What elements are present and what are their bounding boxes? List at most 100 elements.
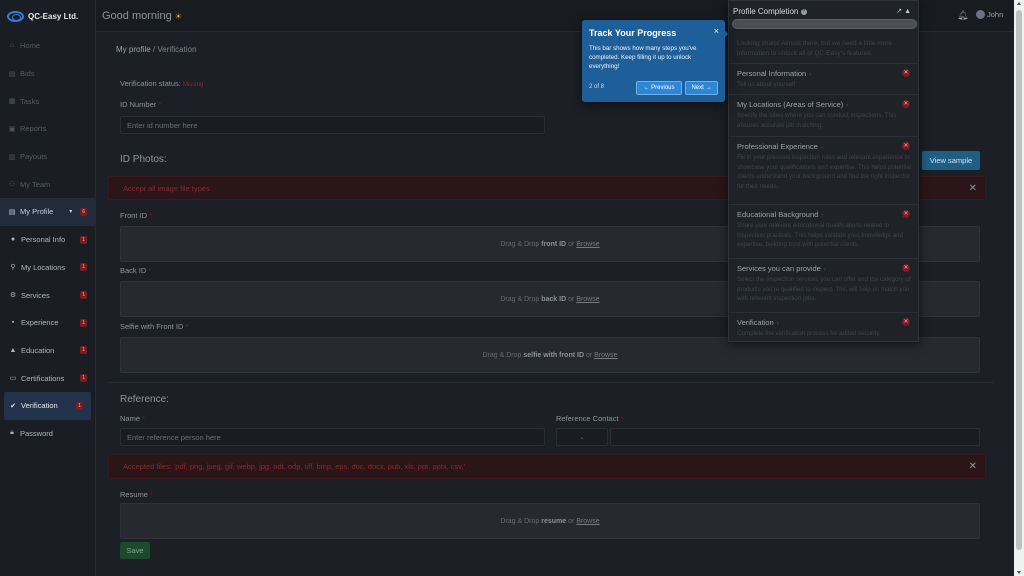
completion-item-professional-experience[interactable]: Professional Experience › Fill in your pr… [729,136,918,204]
breadcrumb: My profile / Verification [116,45,197,54]
scroll-up-icon[interactable] [1017,2,1021,5]
front-id-label: Front ID * [120,211,153,220]
lock-icon: 🔒︎ [10,429,14,437]
collapse-icon[interactable]: ▲ [904,8,913,15]
close-icon[interactable]: ✕ [969,461,977,472]
status-badge: 1 [80,235,87,244]
reference-contact-input[interactable] [610,428,980,446]
services-icon: ⚙ [9,292,17,300]
user-circle-icon: ● [10,236,16,244]
greeting: Good morning ☀ [102,10,182,22]
tour-pointer [723,29,728,39]
payouts-icon: ▥ [8,153,16,161]
bids-icon: ▤ [8,70,16,78]
id-number-input[interactable]: Enter id number here [120,116,545,134]
reports-icon: ▣ [8,125,16,133]
sidebar-item-password[interactable]: 🔒︎ Password [0,420,95,448]
tour-next-button[interactable]: Next → [685,81,718,95]
resume-dropzone[interactable]: Drag & Drop resume or Browse [120,503,980,539]
completion-item-verification[interactable]: Verification › Complete the verification … [729,312,918,342]
save-button[interactable]: Save [120,542,150,559]
status-badge: 1 [80,291,87,300]
incomplete-icon: ✕ [902,100,910,108]
completion-item-personal-info[interactable]: Personal Information › Tell us about your… [729,63,918,94]
sidebar-item-verification[interactable]: ✔ Verification 1 [4,391,91,420]
certificate-icon: ▭ [9,375,17,383]
id-photos-title: ID Photos: [120,154,167,165]
scroll-thumb[interactable] [1016,10,1022,550]
id-number-label: ID Number * [120,100,162,109]
incomplete-icon: ✕ [902,69,910,77]
status-badge: 1 [80,374,87,383]
accepted-files-alert: Accepted files: 'pdf, png, jpeg, gif, we… [108,454,986,479]
chevron-right-icon: › [823,267,826,273]
profile-completion-title: Profile Completion ? [733,7,807,16]
tour-popover: Track Your Progress × This bar shows how… [582,20,728,102]
close-icon[interactable]: × [714,26,719,36]
brand[interactable]: QC-Easy Ltd. [0,0,95,32]
browse-link[interactable]: Browse [576,296,599,303]
browse-link[interactable]: Browse [576,241,599,248]
tour-previous-button[interactable]: ← Previous [636,81,682,95]
chevron-right-icon: › [821,213,824,219]
progress-bar [733,20,916,28]
sidebar-item-my-team[interactable]: ⚇ My Team [0,170,95,198]
back-id-label: Back ID * [120,266,152,275]
brand-name: QC-Easy Ltd. [28,11,79,21]
status-badge: 1 [80,318,87,327]
sidebar-item-my-profile[interactable]: ▤ My Profile ▾ 6 [0,198,95,226]
sidebar-item-bids[interactable]: ▤ Bids [0,60,95,88]
profile-completion-panel: Profile Completion ? ↗▲ Looking sharp! A… [728,0,919,342]
completion-item-my-locations[interactable]: My Locations (Areas of Service) › Specify… [729,94,918,136]
team-icon: ⚇ [8,181,16,189]
bell-icon[interactable]: 🔔︎ [957,10,968,20]
status-badge: 1 [80,346,87,355]
selfie-dropzone[interactable]: Drag & Drop selfie with front ID or Brow… [120,337,980,373]
tour-title: Track Your Progress [589,28,677,38]
tour-text: This bar shows how many steps you've com… [589,45,697,70]
chevron-right-icon: › [846,103,849,109]
help-icon[interactable]: ? [800,8,807,15]
breadcrumb-my-profile[interactable]: My profile [116,45,151,54]
divider [108,382,994,383]
reference-name-label: Name * [120,414,146,423]
sidebar-item-my-locations[interactable]: ⚲ My Locations 1 [0,254,95,282]
scroll-down-icon[interactable] [1017,571,1021,574]
sidebar-item-education[interactable]: ▲ Education 1 [0,337,95,365]
reference-title: Reference: [120,394,169,405]
profile-completion-intro: Looking sharp! Almost there, but we need… [737,40,893,57]
breadcrumb-current: Verification [157,45,197,54]
view-sample-button[interactable]: View sample [922,151,980,170]
scrollbar[interactable] [1014,0,1024,576]
completion-item-educational-background[interactable]: Educational Background › Share your relev… [729,204,918,258]
user-menu[interactable]: John [976,10,1003,19]
sun-icon: ☀ [174,12,182,21]
sidebar-item-certifications[interactable]: ▭ Certifications 1 [0,364,95,392]
sidebar-item-experience[interactable]: ▪ Experience 1 [0,309,95,337]
status-badge: 1 [80,263,87,272]
sidebar-item-services[interactable]: ⚙ Services 1 [0,281,95,309]
check-circle-icon: ✔ [10,402,16,410]
sidebar-item-home[interactable]: ⌂ Home [0,32,95,60]
sidebar-item-personal-info[interactable]: ● Personal Info 1 [0,226,95,254]
profile-icon: ▤ [8,208,16,216]
tasks-icon: ▦ [8,98,16,106]
map-pin-icon: ⚲ [10,264,16,272]
completion-item-services[interactable]: Services you can provide › Select the ins… [729,258,918,312]
incomplete-icon: ✕ [902,210,910,218]
browse-link[interactable]: Browse [594,352,617,359]
chevron-right-icon: › [776,321,779,327]
sidebar-item-reports[interactable]: ▣ Reports [0,115,95,143]
close-icon[interactable]: ✕ [969,183,977,194]
sidebar-item-payouts[interactable]: ▥ Payouts [0,143,95,171]
incomplete-icon: ✕ [902,264,910,272]
avatar [976,10,985,19]
briefcase-icon: ▪ [11,319,15,327]
status-badge: 1 [76,401,83,410]
expand-icon[interactable]: ↗ [896,8,904,15]
reference-name-input[interactable]: Enter reference person here [120,428,545,446]
country-code-select[interactable]: ⌄ [556,428,608,446]
browse-link[interactable]: Browse [576,518,599,525]
sidebar-item-tasks[interactable]: ▦ Tasks [0,87,95,115]
incomplete-icon: ✕ [902,318,910,326]
